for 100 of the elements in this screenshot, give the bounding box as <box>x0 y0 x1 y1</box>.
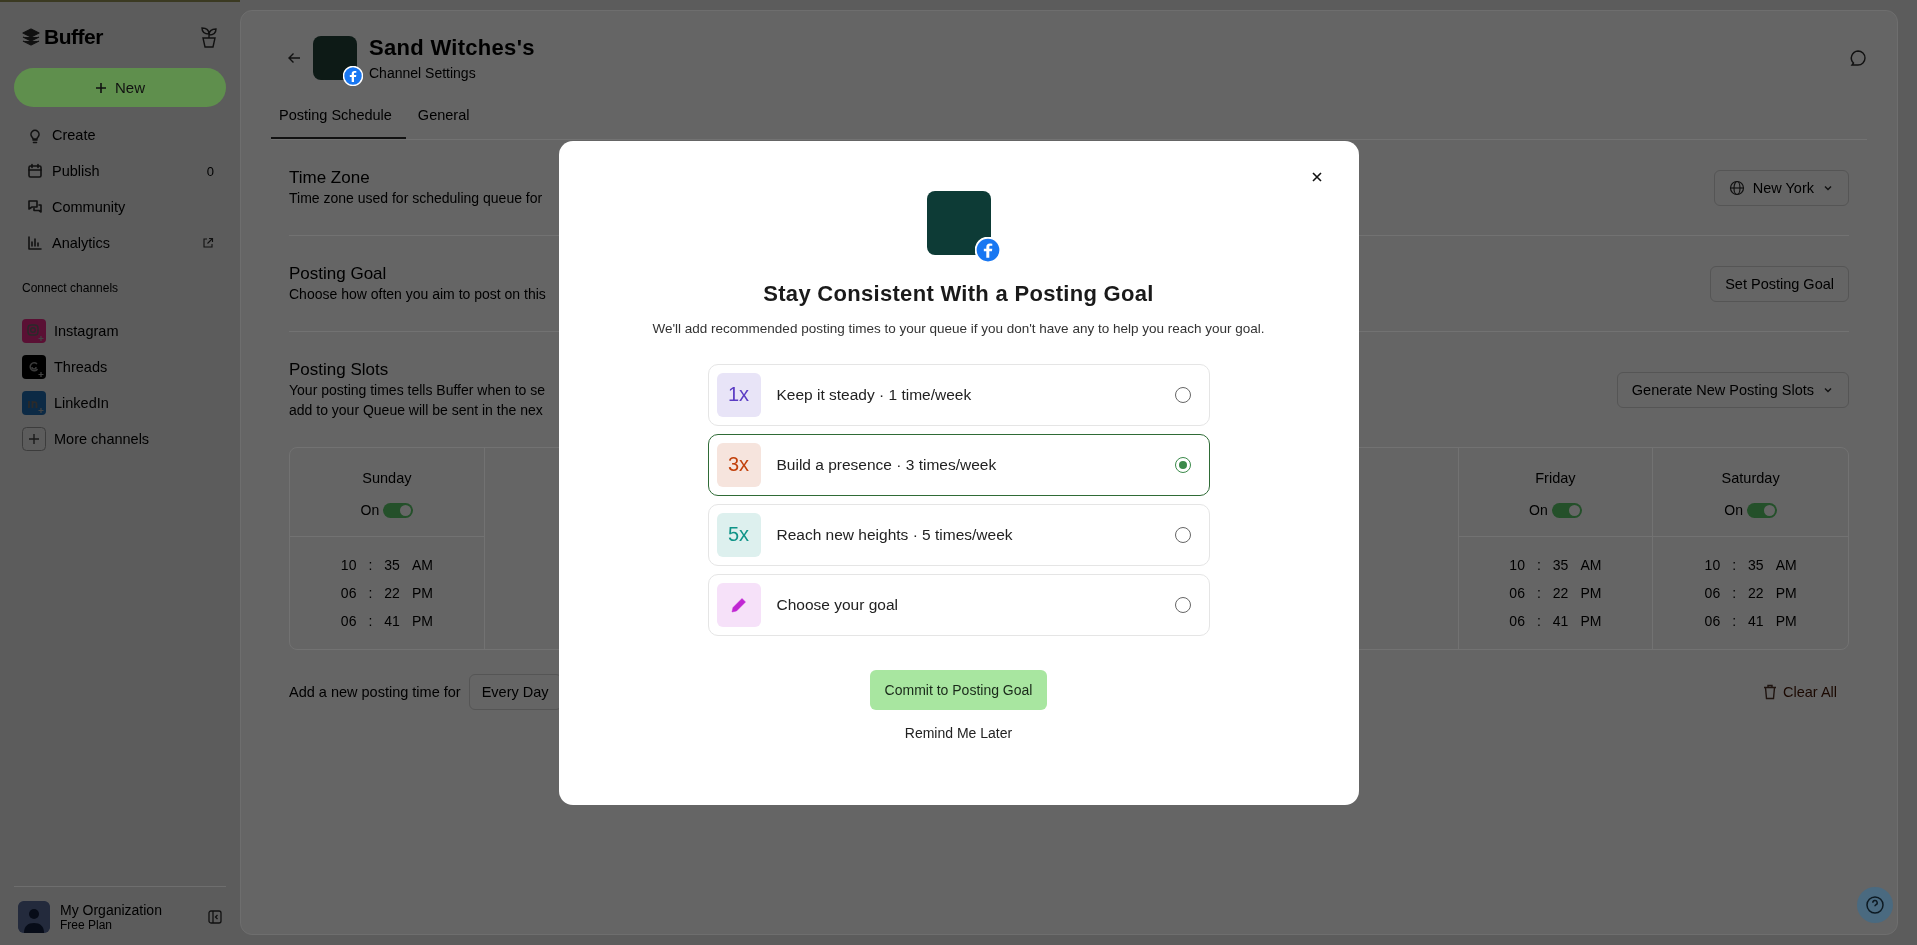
channel-item[interactable]: Threads <box>14 349 226 385</box>
channel-item[interactable]: More channels <box>14 421 226 457</box>
time-separator: : <box>1732 585 1737 601</box>
minute-value[interactable]: 35 <box>384 557 400 573</box>
collapse-sidebar-icon[interactable] <box>208 910 222 924</box>
frequency-badge: 3x <box>716 442 761 487</box>
timezone-select[interactable]: New York <box>1713 170 1849 206</box>
remind-later-link[interactable]: Remind Me Later <box>898 723 1019 742</box>
frequency-badge: 1x <box>716 372 761 417</box>
plus-icon <box>22 427 46 451</box>
goal-option[interactable]: Choose your goal <box>707 573 1210 636</box>
period-value[interactable]: PM <box>411 585 433 601</box>
section-description: Your posting times tells Buffer when to se <box>289 381 546 400</box>
day-name: Friday <box>1535 470 1576 486</box>
hour-value[interactable]: 06 <box>1509 613 1525 629</box>
hour-value[interactable]: 06 <box>1704 613 1721 629</box>
goal-option[interactable]: 5x Reach new heights · 5 times/week <box>707 503 1210 566</box>
time-separator: : <box>1732 557 1737 573</box>
toggle-label: On <box>1529 502 1548 518</box>
plant-icon[interactable] <box>200 26 218 48</box>
channel-item[interactable]: Instagram <box>14 313 226 349</box>
globe-icon <box>1728 180 1745 196</box>
time-separator: : <box>1732 613 1737 629</box>
help-icon <box>1865 895 1885 915</box>
nav-icon <box>26 162 44 180</box>
goal-option[interactable]: 3x Build a presence · 3 times/week <box>707 433 1210 496</box>
hour-value[interactable]: 10 <box>1704 557 1721 573</box>
period-value[interactable]: AM <box>1775 557 1797 573</box>
toggle-label: On <box>1724 502 1743 518</box>
hour-value[interactable]: 06 <box>340 613 357 629</box>
clear-all-button[interactable]: Clear All <box>1757 683 1849 701</box>
period-value[interactable]: PM <box>1775 585 1797 601</box>
toggle-label: On <box>360 502 380 518</box>
count-label: 0 <box>206 163 214 179</box>
channel-title: Sand Witches's <box>369 35 536 61</box>
brand-logo[interactable]: Buffer <box>22 25 103 49</box>
generate-slots-button[interactable]: Generate New Posting Slots <box>1616 372 1849 408</box>
avatar-icon[interactable] <box>18 901 50 933</box>
period-value[interactable]: PM <box>1775 613 1797 629</box>
time-separator: : <box>1536 585 1541 601</box>
period-value[interactable]: PM <box>411 613 433 629</box>
minute-value[interactable]: 41 <box>1552 613 1569 629</box>
nav-item[interactable]: Create <box>14 117 226 153</box>
threads-icon <box>22 355 46 379</box>
minute-value[interactable]: 22 <box>1748 585 1764 601</box>
minute-value[interactable]: 35 <box>1748 557 1764 573</box>
day-name: Saturday <box>1721 470 1780 486</box>
period-value[interactable]: PM <box>1580 613 1602 629</box>
goal-option[interactable]: 1x Keep it steady · 1 time/week <box>707 363 1210 426</box>
chat-icon[interactable] <box>1849 49 1867 67</box>
day-toggle[interactable] <box>1746 502 1777 518</box>
nav-icon <box>26 198 44 216</box>
nav-item[interactable]: Analytics <box>14 225 226 261</box>
section-description: add to your Queue will be sent in the nex <box>289 401 544 420</box>
day-name: Sunday <box>362 470 412 486</box>
nav-item[interactable]: Community <box>14 189 226 225</box>
plan-label: Free Plan <box>60 918 114 932</box>
commit-button[interactable]: Commit to Posting Goal <box>869 669 1048 710</box>
trash-icon <box>1763 684 1777 700</box>
instagram-icon <box>22 319 46 343</box>
linkedin-icon <box>22 391 46 415</box>
time-separator: : <box>1536 557 1541 573</box>
period-value[interactable]: AM <box>1580 557 1602 573</box>
dialog-title: Stay Consistent With a Posting Goal <box>763 280 1154 307</box>
section-title: Time Zone <box>289 168 371 188</box>
time-separator: : <box>368 585 373 601</box>
minute-value[interactable]: 41 <box>384 613 400 629</box>
tab[interactable]: Posting Schedule <box>271 97 406 139</box>
dialog-subtitle: We'll add recommended posting times to your queue if you don't have any to help you reach your goal. <box>652 320 1265 336</box>
hour-value[interactable]: 06 <box>1704 585 1721 601</box>
org-name: My Organization <box>60 902 163 918</box>
section-title: Posting Slots <box>289 360 390 380</box>
channel-item[interactable]: LinkedIn <box>14 385 226 421</box>
hour-value[interactable]: 10 <box>340 557 357 573</box>
set-goal-button[interactable]: Set Posting Goal <box>1710 266 1849 302</box>
minute-value[interactable]: 22 <box>1552 585 1569 601</box>
nav-icon <box>26 234 44 252</box>
day-toggle[interactable] <box>1551 502 1582 518</box>
tab[interactable]: General <box>405 97 482 139</box>
minute-value[interactable]: 22 <box>384 585 400 601</box>
facebook-icon <box>974 236 1001 263</box>
back-arrow-icon[interactable] <box>287 51 301 65</box>
external-link-icon <box>202 237 214 249</box>
day-toggle[interactable] <box>383 502 414 518</box>
hour-value[interactable]: 10 <box>1509 557 1525 573</box>
add-time-label: Add a new posting time for <box>289 684 461 700</box>
minute-value[interactable]: 35 <box>1552 557 1569 573</box>
hour-value[interactable]: 06 <box>340 585 357 601</box>
plus-icon <box>95 81 107 94</box>
section-title: Posting Goal <box>289 264 388 284</box>
period-value[interactable]: AM <box>411 557 433 573</box>
minute-value[interactable]: 41 <box>1748 613 1764 629</box>
period-value[interactable]: PM <box>1580 585 1602 601</box>
section-description: Choose how often you aim to post on this <box>289 285 546 304</box>
nav-item[interactable]: Publish 0 <box>14 153 226 189</box>
facebook-icon <box>343 66 363 86</box>
time-separator: : <box>368 557 373 573</box>
hour-value[interactable]: 06 <box>1509 585 1525 601</box>
stack-icon <box>22 28 40 46</box>
new-button[interactable]: New <box>14 68 226 107</box>
